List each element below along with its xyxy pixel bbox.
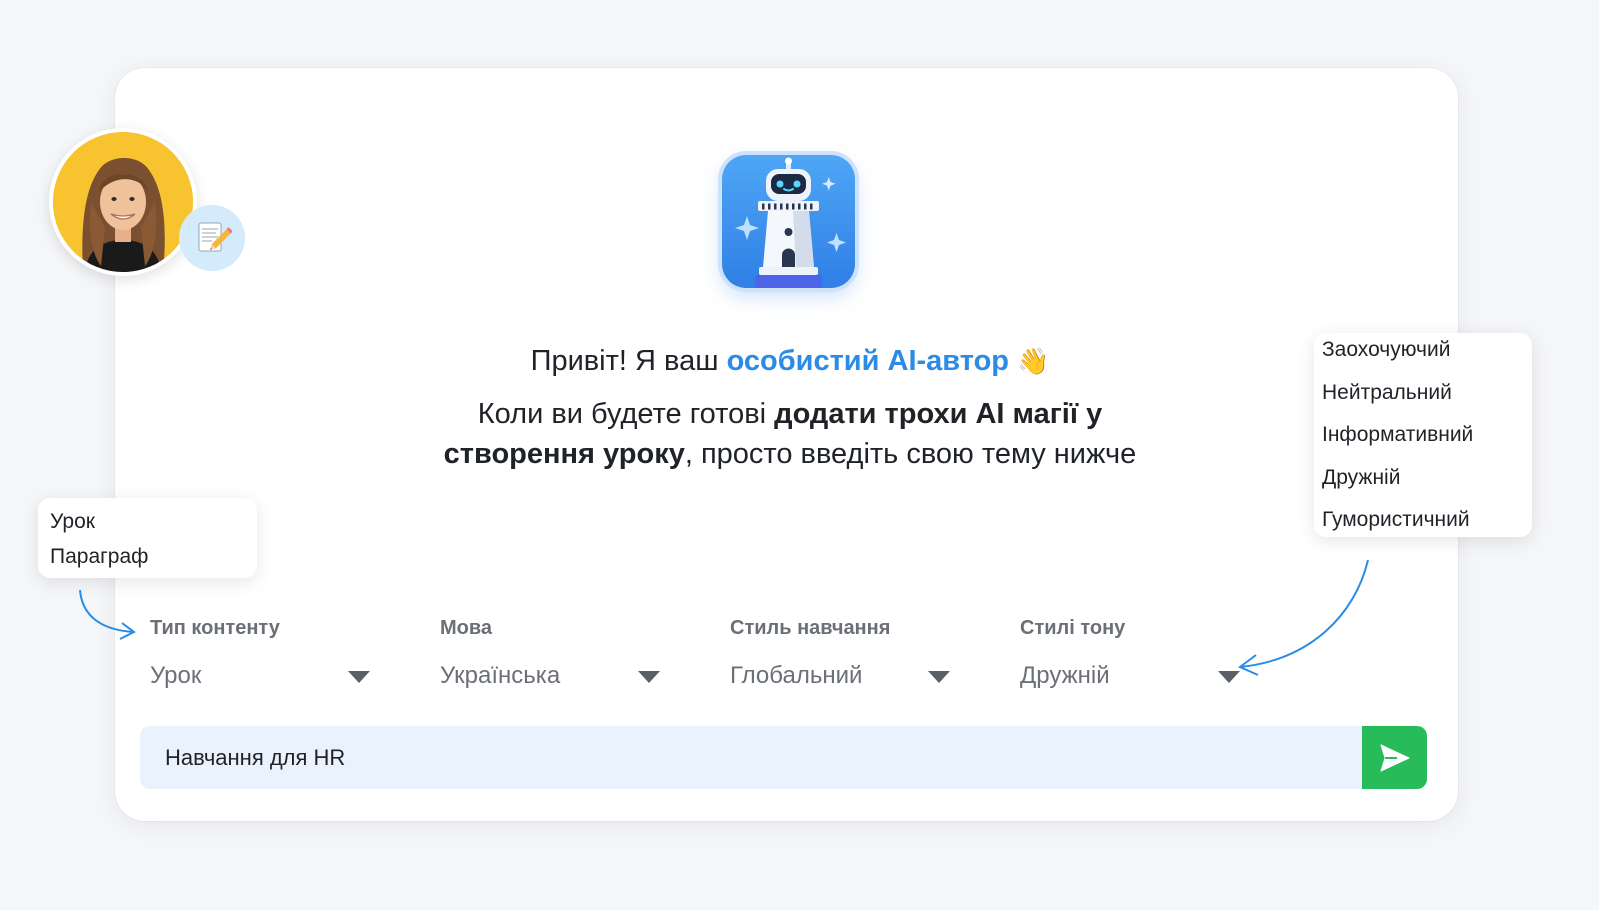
content-type-option-paragraph[interactable]: Параграф <box>50 539 245 574</box>
learning-style-value: Глобальний <box>730 662 863 689</box>
waving-hand-icon: 👋 <box>1017 346 1050 376</box>
language-select[interactable]: Українська <box>440 656 660 696</box>
tone-option-informative[interactable]: Інформативний <box>1322 418 1524 461</box>
tone-value: Дружній <box>1020 662 1110 689</box>
caret-down-icon[interactable] <box>638 671 660 683</box>
caret-down-icon[interactable] <box>348 671 370 683</box>
tone-option-friendly[interactable]: Дружній <box>1322 461 1524 504</box>
lighthouse-robot-icon <box>722 155 855 288</box>
greeting-accent: особистий AI-автор <box>726 345 1010 377</box>
tone-dropdown-menu: Заохочуючий Нейтральний Інформативний Др… <box>1314 333 1532 537</box>
learning-style-label: Стиль навчання <box>730 617 891 639</box>
topic-input[interactable] <box>140 726 1362 789</box>
caret-down-icon[interactable] <box>928 671 950 683</box>
greeting-line: Привіт! Я ваш особистий AI-автор 👋 <box>300 340 1280 382</box>
send-button[interactable] <box>1362 726 1427 789</box>
send-arrow-icon <box>1380 744 1409 771</box>
intro-bold-1: додати трохи AI магії у <box>774 398 1103 430</box>
tone-option-neutral[interactable]: Нейтральний <box>1322 376 1524 419</box>
tone-select[interactable]: Дружній <box>1020 656 1240 696</box>
greeting-prefix: Привіт! Я ваш <box>530 345 727 377</box>
content-type-option-lesson[interactable]: Урок <box>50 504 245 539</box>
tone-option-humorous[interactable]: Гумористичний <box>1322 503 1524 546</box>
tone-option-encouraging[interactable]: Заохочуючий <box>1322 333 1524 376</box>
caret-down-icon[interactable] <box>1218 671 1240 683</box>
learning-style-select[interactable]: Глобальний <box>730 656 950 696</box>
intro-part-1: Коли ви будете готові <box>477 398 775 430</box>
curved-arrow-right-icon <box>1238 559 1369 676</box>
content-type-label: Тип контенту <box>150 617 280 639</box>
curved-arrow-left-icon <box>79 589 136 640</box>
memo-pencil-icon <box>179 205 245 271</box>
tone-field: Стилі тону Дружній <box>1020 613 1240 696</box>
content-type-value: Урок <box>150 662 202 689</box>
intro-part-2: , просто введіть свою тему нижче <box>684 438 1137 470</box>
content-type-select[interactable]: Урок <box>150 656 370 696</box>
learning-style-field: Стиль навчання Глобальний <box>730 613 950 696</box>
language-label: Мова <box>440 617 493 639</box>
language-value: Українська <box>440 662 561 689</box>
tone-label: Стилі тону <box>1020 617 1126 639</box>
avatar <box>53 132 193 272</box>
intro-text: Коли ви будете готові додати трохи AI ма… <box>300 394 1280 474</box>
language-field: Мова Українська <box>440 613 660 696</box>
content-type-field: Тип контенту Урок <box>150 613 370 696</box>
content-type-dropdown-menu: Урок Параграф <box>38 498 257 578</box>
intro-bold-2: створення уроку <box>443 438 685 470</box>
topic-input-bar <box>140 726 1427 789</box>
user-avatar-frame <box>49 128 197 276</box>
